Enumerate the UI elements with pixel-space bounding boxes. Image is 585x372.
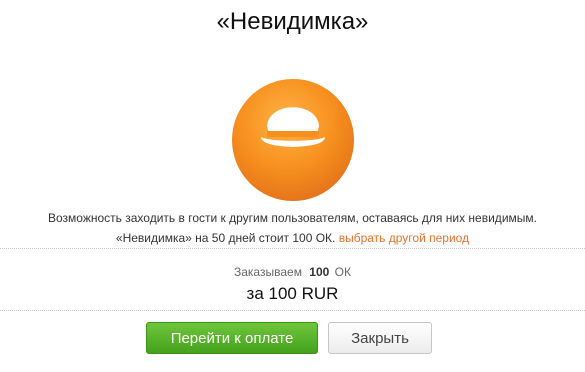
order-label: Заказываем (234, 265, 302, 279)
order-unit: ОК (334, 265, 351, 279)
hat-icon (229, 76, 357, 204)
change-period-link[interactable]: выбрать другой период (339, 231, 469, 245)
order-amount: 100 (309, 265, 330, 279)
purchase-dialog: «Невидимка» Возможность заходить в гости… (0, 0, 585, 372)
divider-bottom (0, 310, 585, 311)
dialog-title: «Невидимка» (216, 8, 369, 35)
proceed-to-payment-button[interactable]: Перейти к оплате (146, 322, 318, 354)
price-summary: «Невидимка» на 50 дней стоит 100 ОК. (115, 231, 336, 245)
close-button[interactable]: Закрыть (328, 322, 432, 354)
description-line-2: «Невидимка» на 50 дней стоит 100 ОК. выб… (0, 228, 585, 248)
feature-description: Возможность заходить в гости к другим по… (0, 208, 585, 248)
order-summary: Заказываем 100 ОК (0, 265, 585, 279)
description-line-1: Возможность заходить в гости к другим по… (48, 211, 537, 225)
price-text: за 100 RUR (246, 284, 339, 303)
divider-top (0, 248, 585, 249)
